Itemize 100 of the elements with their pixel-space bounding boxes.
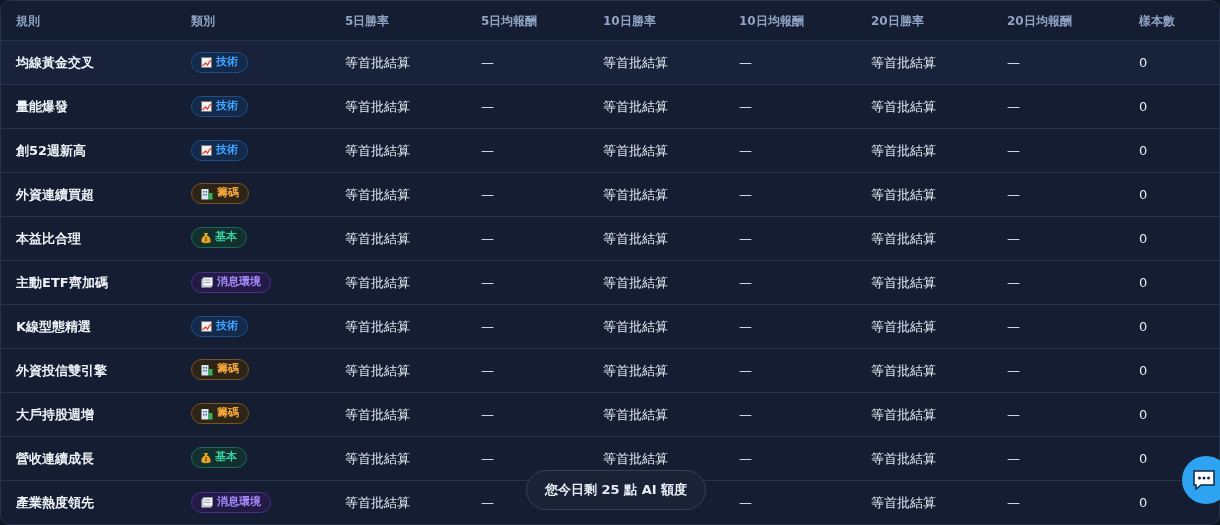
table-cell-text: —	[739, 185, 753, 204]
rule-name: 主動ETF齊加碼	[16, 273, 109, 292]
table-cell-text: —	[1007, 185, 1021, 204]
rule-name: K線型態精選	[16, 317, 93, 336]
table-cell-text: —	[1007, 493, 1021, 512]
building-icon	[201, 363, 213, 376]
table-cell-text: 等首批結算	[345, 229, 411, 248]
money-bag-icon	[201, 451, 211, 464]
table-cell-text: 0	[1139, 493, 1149, 512]
table-cell-text: 等首批結算	[345, 361, 411, 380]
table-cell-text: 等首批結算	[603, 53, 669, 72]
table-cell-text: —	[481, 97, 495, 116]
newspaper-icon	[201, 496, 213, 508]
column-header: 20日勝率	[871, 12, 925, 30]
column-header: 5日均報酬	[481, 12, 539, 30]
category-badge: 消息環境	[191, 271, 271, 293]
table-cell-text: 0	[1139, 97, 1149, 116]
table-cell-text: 等首批結算	[871, 97, 937, 116]
category-badge: 技術	[191, 95, 248, 117]
column-header: 類別	[191, 12, 216, 30]
table-cell-text: —	[739, 405, 753, 424]
rule-name: 本益比合理	[16, 229, 82, 248]
table-cell-text: 0	[1139, 405, 1149, 424]
category-badge: 技術	[191, 315, 248, 337]
rule-name: 外資連續買超	[16, 185, 95, 204]
table-cell-text: 等首批結算	[603, 405, 669, 424]
category-badge: 籌碼	[191, 183, 249, 204]
table-cell-text: —	[1007, 405, 1021, 424]
table-cell-text: —	[739, 361, 753, 380]
table-cell-text: 等首批結算	[871, 449, 937, 468]
table-cell-text: —	[739, 141, 753, 160]
table-cell-text: 等首批結算	[603, 229, 669, 248]
rule-name: 營收連續成長	[16, 449, 95, 468]
rule-name: 創52週新高	[16, 141, 88, 160]
table-cell-text: 等首批結算	[871, 185, 937, 204]
chart-icon	[201, 320, 212, 332]
rule-name: 量能爆發	[16, 97, 69, 116]
category-badge: 基本	[191, 227, 247, 248]
column-header: 20日均報酬	[1007, 12, 1073, 30]
table-cell-text: 等首批結算	[345, 97, 411, 116]
column-header: 10日勝率	[603, 12, 657, 30]
table-cell-text: 等首批結算	[871, 493, 937, 512]
money-bag-icon	[201, 231, 211, 244]
table-cell-text: 等首批結算	[603, 141, 669, 160]
table-cell-text: 等首批結算	[603, 317, 669, 336]
table-cell-text: 等首批結算	[603, 361, 669, 380]
category-badge: 技術	[191, 139, 248, 161]
building-icon	[201, 187, 213, 200]
chart-icon	[201, 56, 212, 68]
quota-toast: 您今日剩 25 點 AI 額度	[526, 470, 707, 510]
table-cell-text: 等首批結算	[871, 273, 937, 292]
column-header: 規則	[16, 12, 41, 30]
category-badge: 籌碼	[191, 403, 249, 424]
table-cell-text: —	[739, 493, 753, 512]
table-cell-text: 0	[1139, 361, 1149, 380]
table-cell-text: 等首批結算	[345, 141, 411, 160]
table-cell-text: —	[481, 53, 495, 72]
table-cell-text: —	[481, 141, 495, 160]
chart-icon	[201, 100, 212, 112]
table-cell-text: 0	[1139, 229, 1149, 248]
table-cell-text: 等首批結算	[871, 53, 937, 72]
table-cell-text: —	[1007, 449, 1021, 468]
table-cell-text: 等首批結算	[345, 273, 411, 292]
table-cell-text: 等首批結算	[871, 405, 937, 424]
table-cell-text: —	[481, 493, 495, 512]
table-cell-text: —	[1007, 53, 1021, 72]
table-cell-text: —	[481, 229, 495, 248]
table-cell-text: —	[1007, 317, 1021, 336]
category-badge: 技術	[191, 51, 248, 73]
table-cell-text: —	[739, 53, 753, 72]
building-icon	[201, 407, 213, 420]
table-cell-text: —	[481, 317, 495, 336]
table-cell-text: 等首批結算	[345, 405, 411, 424]
table-cell-text: —	[481, 449, 495, 468]
table-cell-text: —	[481, 361, 495, 380]
table-cell-text: 等首批結算	[345, 185, 411, 204]
table-cell-text: 等首批結算	[345, 449, 411, 468]
table-cell-text: —	[481, 405, 495, 424]
table-cell-text: 0	[1139, 449, 1149, 468]
column-header: 5日勝率	[345, 12, 391, 30]
chart-icon	[201, 144, 212, 156]
table-cell-text: —	[1007, 273, 1021, 292]
category-badge: 消息環境	[191, 491, 271, 513]
newspaper-icon	[201, 276, 213, 288]
table-cell-text: —	[481, 185, 495, 204]
table-cell-text: —	[1007, 97, 1021, 116]
table-cell-text: 等首批結算	[871, 229, 937, 248]
rule-name: 大戶持股週增	[16, 405, 95, 424]
table-cell-text: 0	[1139, 53, 1149, 72]
table-cell-text: 等首批結算	[871, 141, 937, 160]
table-cell-text: 等首批結算	[345, 493, 411, 512]
table-cell-text: 等首批結算	[603, 449, 669, 468]
table-cell-text: —	[481, 273, 495, 292]
table-cell-text: 等首批結算	[345, 317, 411, 336]
table-cell-text: —	[1007, 361, 1021, 380]
table-cell-text: —	[739, 273, 753, 292]
rule-name: 產業熱度領先	[16, 493, 95, 512]
column-header: 10日均報酬	[739, 12, 805, 30]
table-cell-text: —	[739, 317, 753, 336]
chat-icon	[1192, 469, 1216, 491]
